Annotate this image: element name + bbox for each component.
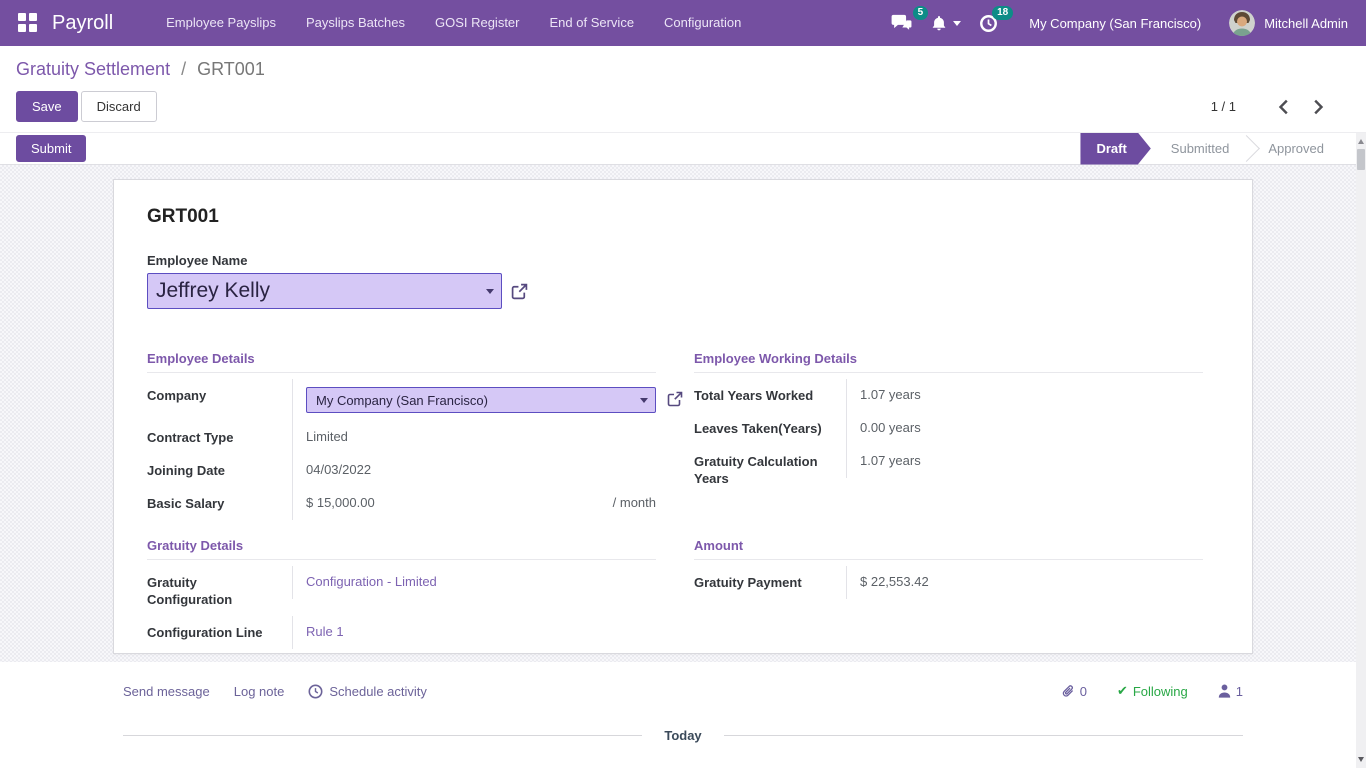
nav-item-configuration[interactable]: Configuration [649,0,756,46]
schedule-clock-icon [308,684,323,699]
activities-badge: 18 [992,6,1013,20]
leaves-taken-value: 0.00 years [846,412,1203,445]
chat-bubbles-icon [891,14,913,33]
nav-item-payslips-batches[interactable]: Payslips Batches [291,0,420,46]
basic-salary-label: Basic Salary [147,487,292,520]
breadcrumb-current: GRT001 [197,59,265,79]
scrollbar-thumb[interactable] [1357,149,1365,170]
joining-date-value: 04/03/2022 [292,454,656,487]
stage-draft[interactable]: Draft [1080,133,1150,165]
chatter: Send message Log note Schedule activity … [113,662,1253,743]
pager-next-button[interactable] [1301,97,1336,117]
section-title: Employee Working Details [694,351,1203,373]
gratuity-configuration-label: Gratuity Configuration [147,566,292,616]
gratuity-payment-value: $ 22,553.42 [846,566,1203,599]
scroll-down-arrow-icon[interactable] [1358,757,1364,762]
dropdown-caret-icon [486,289,494,294]
followers-button[interactable]: 1 [1218,684,1243,699]
chevron-left-icon [1278,99,1289,115]
nav-item-gosi-register[interactable]: GOSI Register [420,0,535,46]
vertical-scrollbar[interactable] [1356,133,1366,768]
apps-menu-button[interactable] [18,13,38,33]
user-name: Mitchell Admin [1264,16,1348,31]
stage-pipeline: Draft Submitted Approved [1080,133,1344,165]
breadcrumb-parent[interactable]: Gratuity Settlement [16,59,170,79]
total-years-value: 1.07 years [846,379,1203,412]
messages-button[interactable]: 5 [882,10,922,37]
section-title: Amount [694,538,1203,560]
user-avatar [1229,10,1255,36]
company-switcher[interactable]: My Company (San Francisco) [1029,16,1201,31]
pager: 1 / 1 [1211,97,1336,117]
pager-previous-button[interactable] [1266,97,1301,117]
record-title: GRT001 [147,206,1203,228]
breadcrumb-separator: / [175,59,192,79]
employee-external-link-button[interactable] [511,283,528,300]
chevron-right-icon [1313,99,1324,115]
company-input[interactable]: My Company (San Francisco) [306,387,656,413]
gratuity-years-value: 1.07 years [846,445,1203,478]
section-gratuity-details: Gratuity Details Gratuity Configuration … [147,538,656,649]
employee-name-input[interactable]: Jeffrey Kelly [147,273,502,309]
pager-count: 1 / 1 [1211,99,1236,114]
nav-item-employee-payslips[interactable]: Employee Payslips [151,0,291,46]
external-link-icon [511,283,528,300]
log-note-button[interactable]: Log note [234,684,285,699]
employee-name-label: Employee Name [147,253,1203,268]
submit-button[interactable]: Submit [16,135,86,162]
main-menu: Employee Payslips Payslips Batches GOSI … [151,0,756,46]
schedule-activity-button[interactable]: Schedule activity [308,684,427,699]
today-label: Today [642,728,723,743]
check-icon: ✔ [1117,683,1128,699]
discard-button[interactable]: Discard [81,91,157,122]
nav-item-end-of-service[interactable]: End of Service [535,0,650,46]
breadcrumb: Gratuity Settlement / GRT001 [16,59,1350,80]
paperclip-icon [1061,684,1075,699]
top-navbar: Payroll Employee Payslips Payslips Batch… [0,0,1366,46]
configuration-line-label: Configuration Line [147,616,292,649]
notifications-button[interactable] [922,11,970,36]
section-employee-details: Employee Details Company My Company (San… [147,351,656,520]
external-link-icon [667,391,683,407]
company-external-link-button[interactable] [667,391,683,407]
basic-salary-suffix: / month [613,495,656,510]
attachments-count: 0 [1080,684,1087,699]
followers-count: 1 [1236,684,1243,699]
form-sheet-background: GRT001 Employee Name Jeffrey Kelly [0,165,1366,662]
stage-approved[interactable]: Approved [1248,133,1344,165]
company-label: Company [147,379,292,412]
user-menu[interactable]: Mitchell Admin [1229,10,1348,36]
gratuity-years-label: Gratuity Calculation Years [694,445,846,495]
leaves-taken-label: Leaves Taken(Years) [694,412,846,445]
control-panel: Gratuity Settlement / GRT001 Save Discar… [0,46,1366,132]
app-brand[interactable]: Payroll [52,12,113,35]
contract-type-label: Contract Type [147,421,292,454]
apps-grid-icon [18,13,26,21]
contract-type-value: Limited [292,421,656,454]
attachments-button[interactable]: 0 [1061,684,1087,699]
save-button[interactable]: Save [16,91,78,122]
section-working-details: Employee Working Details Total Years Wor… [694,351,1203,520]
today-divider: Today [113,728,1253,743]
following-button[interactable]: ✔ Following [1117,683,1188,699]
person-icon [1218,684,1231,698]
bell-icon [931,15,947,32]
section-title: Employee Details [147,351,656,373]
scroll-up-arrow-icon[interactable] [1358,139,1364,144]
gratuity-payment-label: Gratuity Payment [694,566,846,599]
total-years-label: Total Years Worked [694,379,846,412]
section-amount: Amount Gratuity Payment $ 22,553.42 [694,538,1203,649]
form-card: GRT001 Employee Name Jeffrey Kelly [113,179,1253,654]
activities-button[interactable]: 18 [970,10,1007,37]
chevron-down-icon [953,21,961,26]
gratuity-configuration-link[interactable]: Configuration - Limited [306,574,437,589]
status-bar: Submit Draft Submitted Approved [0,132,1366,165]
send-message-button[interactable]: Send message [123,684,210,699]
section-title: Gratuity Details [147,538,656,560]
configuration-line-link[interactable]: Rule 1 [306,624,344,639]
joining-date-label: Joining Date [147,454,292,487]
basic-salary-value: $ 15,000.00 [306,495,375,510]
dropdown-caret-icon [640,398,648,403]
